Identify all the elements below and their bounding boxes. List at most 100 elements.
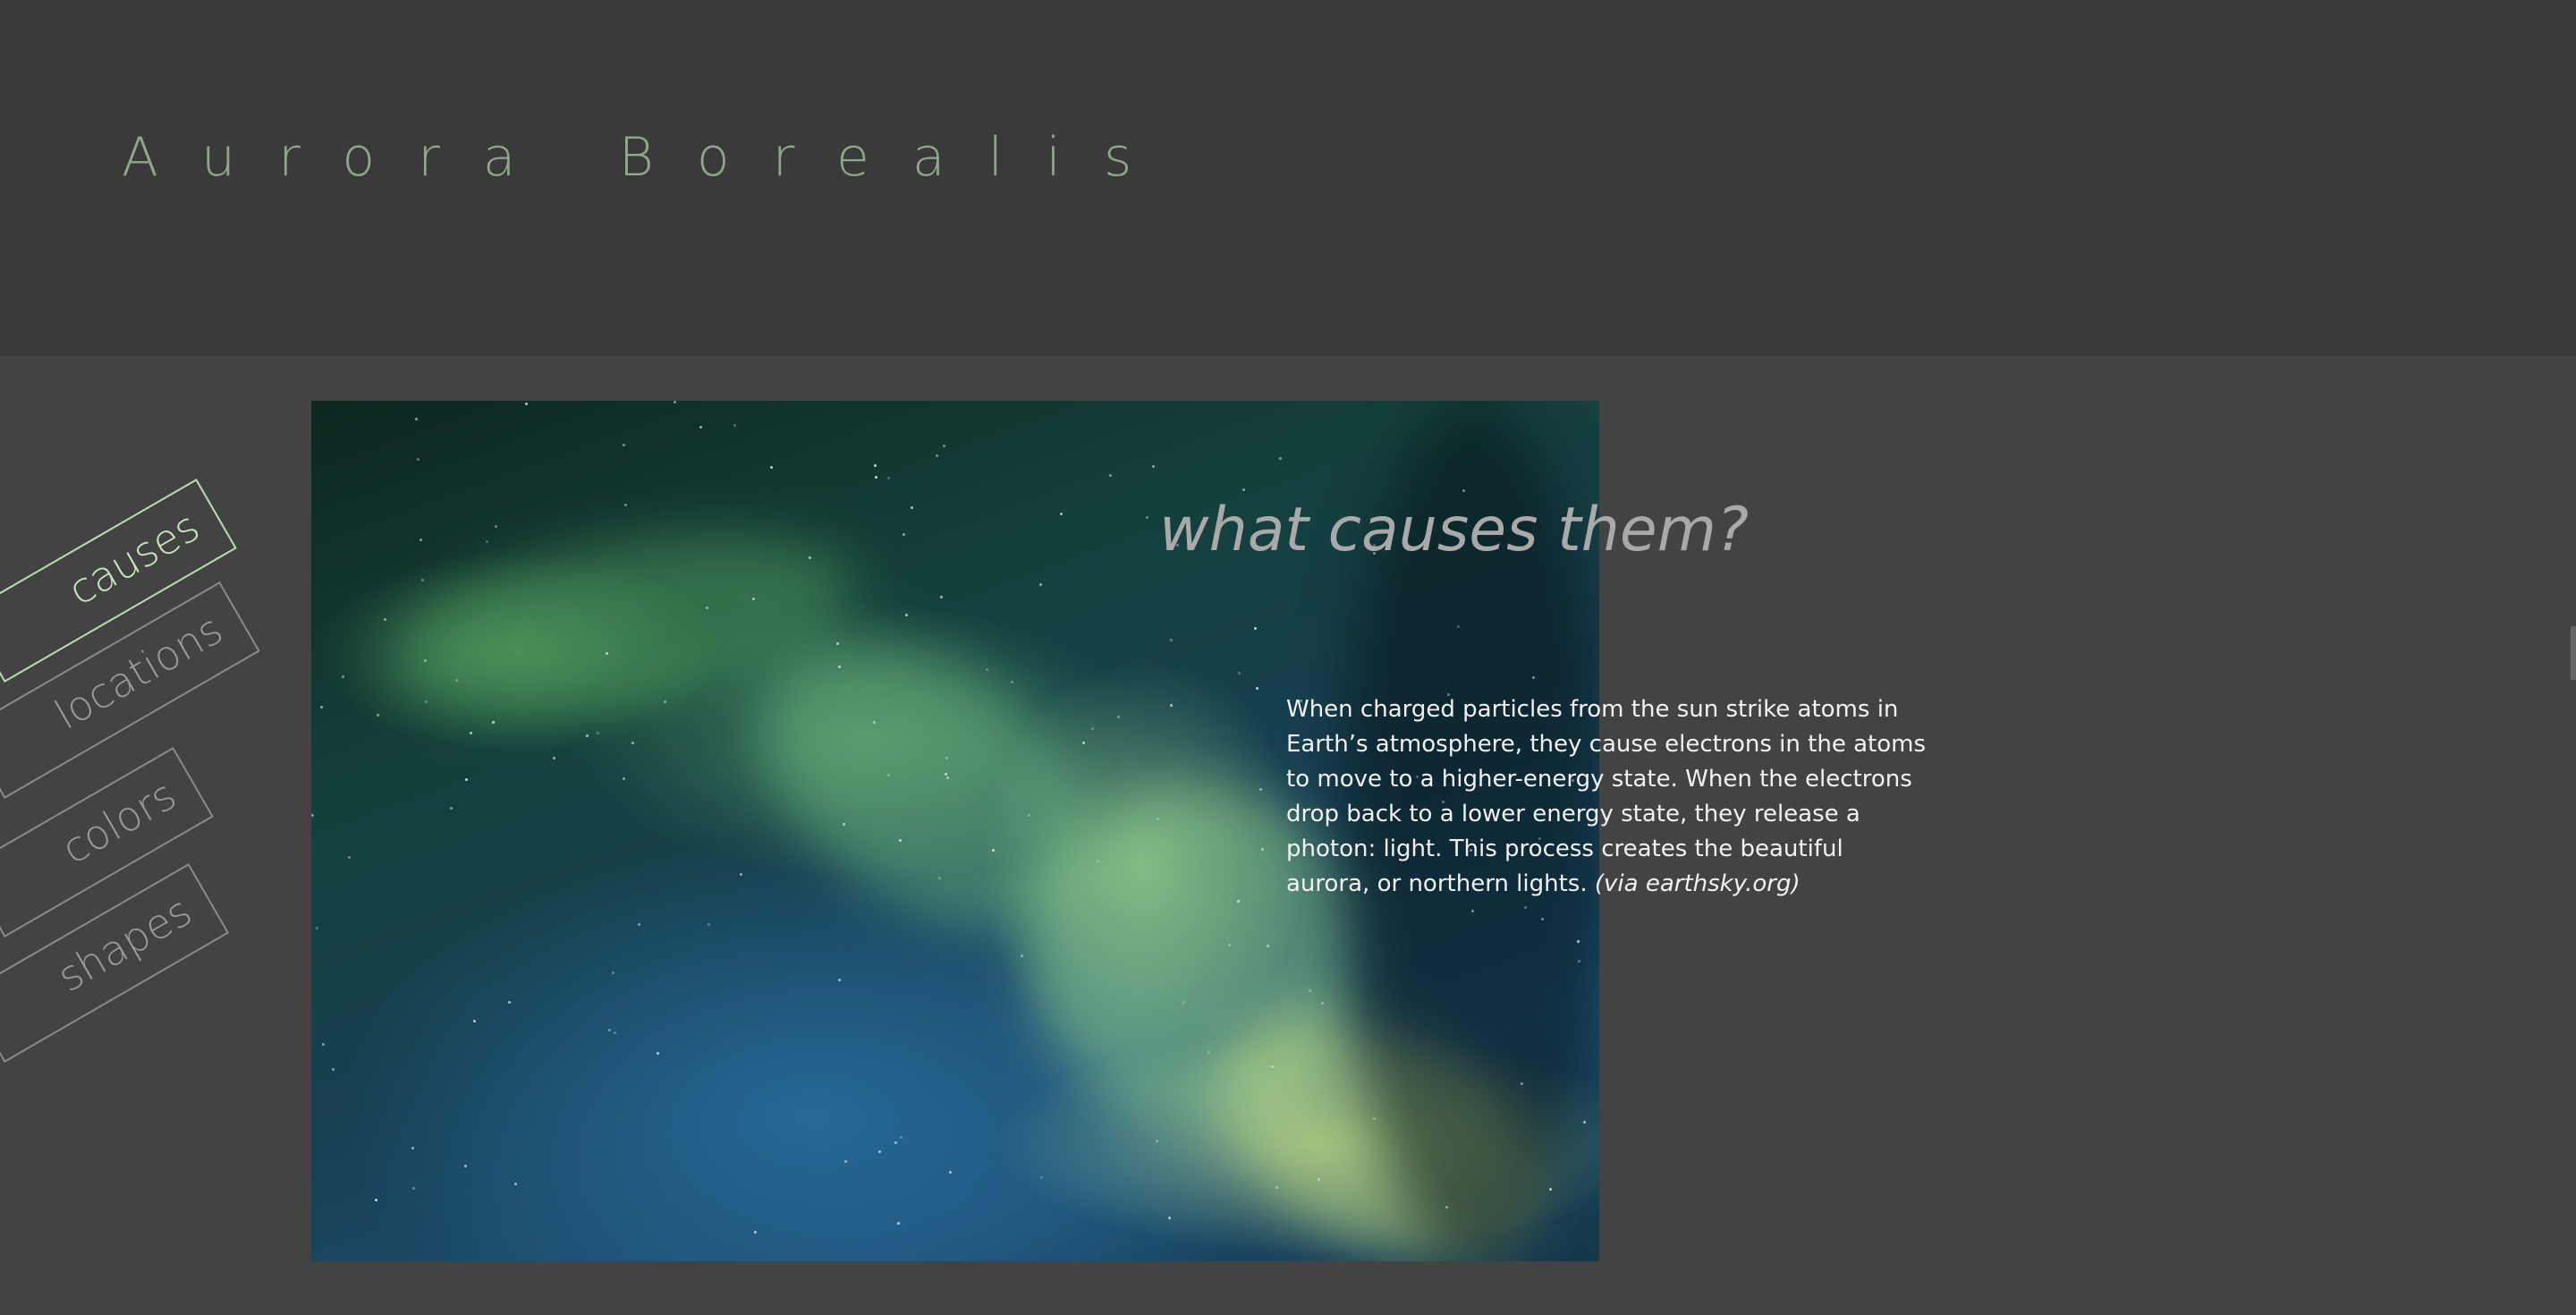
star-dot xyxy=(1577,940,1580,943)
star-dot xyxy=(1170,639,1173,641)
star-dot xyxy=(699,426,702,428)
star-dot xyxy=(1040,1176,1043,1179)
star-dot xyxy=(455,679,458,682)
star-dot xyxy=(1097,860,1099,862)
star-dot xyxy=(412,1187,415,1190)
star-dot xyxy=(612,971,614,974)
star-dot xyxy=(936,454,938,457)
star-dot xyxy=(844,1160,847,1163)
star-dot xyxy=(1011,681,1013,683)
star-dot xyxy=(348,856,351,859)
star-dot xyxy=(1578,960,1580,963)
star-dot xyxy=(940,596,943,598)
star-dot xyxy=(946,776,949,779)
star-dot xyxy=(1532,676,1535,679)
star-dot xyxy=(464,1165,467,1167)
star-dot xyxy=(838,979,841,981)
star-dot xyxy=(878,1150,881,1153)
star-dot xyxy=(1321,1002,1324,1005)
star-dot xyxy=(473,1020,476,1022)
star-dot xyxy=(1524,906,1527,909)
body-text: When charged particles from the sun stri… xyxy=(1286,696,1926,897)
star-dot xyxy=(1168,1217,1171,1219)
scrollbar[interactable] xyxy=(2571,626,2576,680)
star-dot xyxy=(1254,627,1257,630)
star-dot xyxy=(809,556,811,559)
star-dot xyxy=(316,927,318,929)
star-dot xyxy=(887,477,890,479)
star-dot xyxy=(624,504,627,506)
star-dot xyxy=(606,652,608,655)
star-dot xyxy=(375,1199,377,1201)
star-dot xyxy=(1471,910,1474,912)
star-dot xyxy=(1208,1051,1210,1054)
star-dot xyxy=(421,579,424,581)
star-dot xyxy=(417,458,419,461)
star-dot xyxy=(986,668,988,671)
star-dot xyxy=(1318,1178,1320,1181)
star-dot xyxy=(608,1029,611,1031)
star-dot xyxy=(495,525,497,528)
star-dot xyxy=(332,1068,335,1071)
star-dot xyxy=(899,839,902,842)
star-dot xyxy=(836,642,839,645)
star-dot xyxy=(1170,704,1173,707)
star-dot xyxy=(623,777,625,780)
star-dot xyxy=(1237,900,1240,903)
star-dot xyxy=(1228,944,1231,946)
star-dot xyxy=(1060,513,1063,515)
star-dot xyxy=(1156,1140,1158,1142)
tab-label: causes xyxy=(60,501,208,615)
star-dot xyxy=(1028,814,1030,817)
star-dot xyxy=(1279,457,1282,460)
star-dot xyxy=(1157,818,1159,820)
tab-label: shapes xyxy=(49,886,200,1002)
star-dot xyxy=(525,403,528,405)
star-dot xyxy=(949,1171,952,1174)
star-dot xyxy=(894,1141,897,1144)
star-dot xyxy=(1238,672,1241,674)
star-dot xyxy=(419,539,422,541)
star-dot xyxy=(553,757,555,759)
star-dot xyxy=(425,700,428,703)
star-dot xyxy=(1039,583,1042,586)
star-dot xyxy=(586,734,589,737)
star-dot xyxy=(708,923,710,926)
star-dot xyxy=(770,466,773,469)
star-dot xyxy=(1457,625,1460,628)
star-dot xyxy=(486,540,488,543)
section-body: When charged particles from the sun stri… xyxy=(1286,692,1930,902)
star-dot xyxy=(465,778,468,781)
star-dot xyxy=(1275,1186,1278,1189)
star-dot xyxy=(873,721,876,724)
tab-label: colors xyxy=(53,769,184,874)
star-dot xyxy=(943,445,945,447)
section-heading: what causes them? xyxy=(1159,495,1750,565)
star-dot xyxy=(1259,788,1262,791)
star-dot xyxy=(752,598,755,600)
star-dot xyxy=(875,476,877,479)
star-dot xyxy=(1271,1065,1274,1068)
star-dot xyxy=(664,700,666,703)
star-dot xyxy=(1267,945,1269,947)
star-dot xyxy=(754,1231,757,1234)
star-dot xyxy=(674,401,676,403)
star-dot xyxy=(311,814,314,817)
star-dot xyxy=(1091,727,1094,730)
star-dot xyxy=(1445,1206,1448,1209)
star-dot xyxy=(342,675,344,678)
star-dot xyxy=(1146,516,1148,519)
star-dot xyxy=(623,444,625,446)
star-dot xyxy=(1117,716,1120,718)
star-dot xyxy=(1256,687,1258,690)
star-dot xyxy=(902,533,905,536)
star-dot xyxy=(1549,1188,1552,1191)
star-dot xyxy=(1021,954,1023,957)
star-dot xyxy=(415,418,418,420)
site-title: Aurora Borealis xyxy=(122,126,1175,189)
star-dot xyxy=(597,732,599,734)
star-dot xyxy=(411,1147,414,1150)
star-dot xyxy=(1521,1082,1523,1085)
site-header: Aurora Borealis xyxy=(0,0,2576,356)
star-dot xyxy=(638,923,640,926)
